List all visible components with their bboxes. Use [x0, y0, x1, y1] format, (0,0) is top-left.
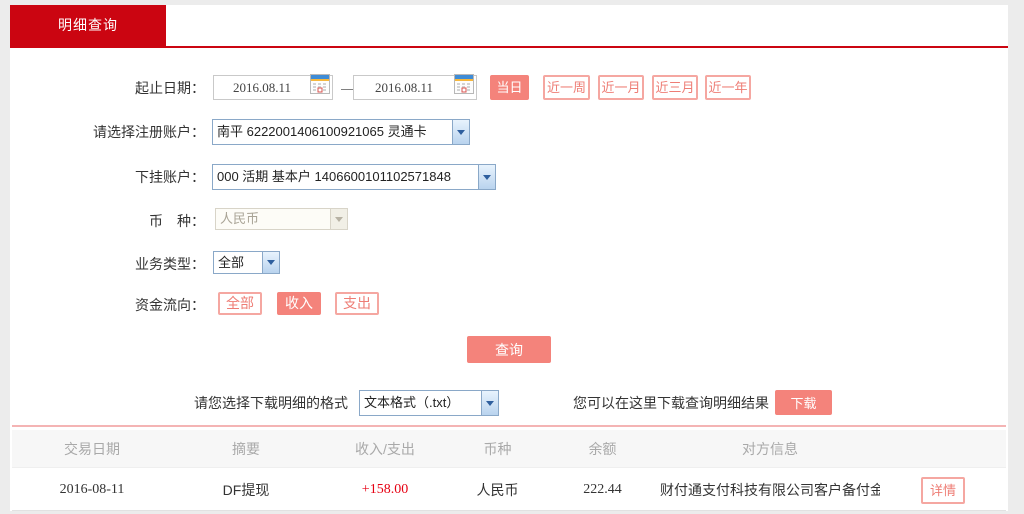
content-panel: 明细查询 起止日期： 2016.08.11: [10, 5, 1008, 511]
fund-flow-all-button[interactable]: 全部: [218, 292, 262, 315]
chevron-down-icon[interactable]: [478, 165, 495, 189]
cell-amount: +158.00: [320, 482, 450, 498]
query-button[interactable]: 查询: [467, 336, 551, 363]
header-counterparty: 对方信息: [660, 439, 880, 459]
header-currency: 币种: [450, 439, 545, 459]
table-header-row: 交易日期 摘要 收入/支出 币种 余额 对方信息: [12, 430, 1006, 468]
register-account-value: 南平 6222001406100921065 灵通卡: [213, 120, 452, 144]
chevron-down-icon: [330, 209, 347, 229]
end-date-value: 2016.08.11: [354, 75, 454, 101]
start-date-value: 2016.08.11: [214, 75, 310, 101]
register-account-select[interactable]: 南平 6222001406100921065 灵通卡: [212, 119, 470, 145]
sub-account-select[interactable]: 000 活期 基本户 1406600101102571848: [212, 164, 496, 190]
calendar-icon[interactable]: [310, 74, 332, 102]
cell-summary: DF提现: [172, 480, 320, 500]
date-range-label: 起止日期：: [10, 75, 205, 101]
currency-select: 人民币: [215, 208, 348, 230]
quick-range-month-button[interactable]: 近一月: [598, 75, 644, 100]
cell-balance: 222.44: [545, 482, 660, 498]
quick-range-today-button[interactable]: 当日: [490, 75, 529, 100]
register-account-label: 请选择注册账户：: [10, 119, 205, 145]
currency-value: 人民币: [216, 209, 330, 229]
sub-account-value: 000 活期 基本户 1406600101102571848: [213, 165, 478, 189]
header-summary: 摘要: [172, 439, 320, 459]
sub-account-label: 下挂账户：: [10, 164, 205, 190]
end-date-input[interactable]: 2016.08.11: [353, 75, 477, 100]
download-hint-text: 您可以在这里下载查询明细结果: [573, 390, 769, 416]
download-format-value: 文本格式（.txt）: [360, 391, 481, 415]
chevron-down-icon[interactable]: [262, 252, 279, 273]
tab-underline: [10, 46, 1008, 48]
business-type-select[interactable]: 全部: [213, 251, 280, 274]
quick-range-3months-button[interactable]: 近三月: [652, 75, 698, 100]
table-row: 2016-08-11 DF提现 +158.00 人民币 222.44 财付通支付…: [12, 470, 1006, 511]
detail-query-page: 明细查询 起止日期： 2016.08.11: [0, 0, 1024, 514]
table-top-border: [12, 425, 1006, 427]
currency-label: 币 种：: [10, 208, 205, 234]
business-type-label: 业务类型：: [10, 251, 205, 277]
calendar-icon[interactable]: [454, 74, 476, 102]
download-format-label: 请您选择下载明细的格式: [194, 390, 348, 416]
chevron-down-icon[interactable]: [481, 391, 498, 415]
header-income-expense: 收入/支出: [320, 439, 450, 459]
download-format-select[interactable]: 文本格式（.txt）: [359, 390, 499, 416]
quick-range-week-button[interactable]: 近一周: [543, 75, 590, 100]
chevron-down-icon[interactable]: [452, 120, 469, 144]
start-date-input[interactable]: 2016.08.11: [213, 75, 333, 100]
quick-range-year-button[interactable]: 近一年: [705, 75, 751, 100]
cell-currency: 人民币: [450, 480, 545, 500]
fund-flow-label: 资金流向：: [10, 292, 205, 318]
header-trade-date: 交易日期: [12, 439, 172, 459]
tab-detail-query[interactable]: 明细查询: [10, 5, 166, 46]
detail-button[interactable]: 详情: [921, 477, 965, 504]
header-balance: 余额: [545, 439, 660, 459]
fund-flow-income-button[interactable]: 收入: [277, 292, 321, 315]
cell-counterparty: 财付通支付科技有限公司客户备付金: [660, 480, 880, 500]
fund-flow-expense-button[interactable]: 支出: [335, 292, 379, 315]
download-button[interactable]: 下载: [775, 390, 832, 415]
business-type-value: 全部: [214, 252, 262, 273]
cell-trade-date: 2016-08-11: [12, 482, 172, 498]
